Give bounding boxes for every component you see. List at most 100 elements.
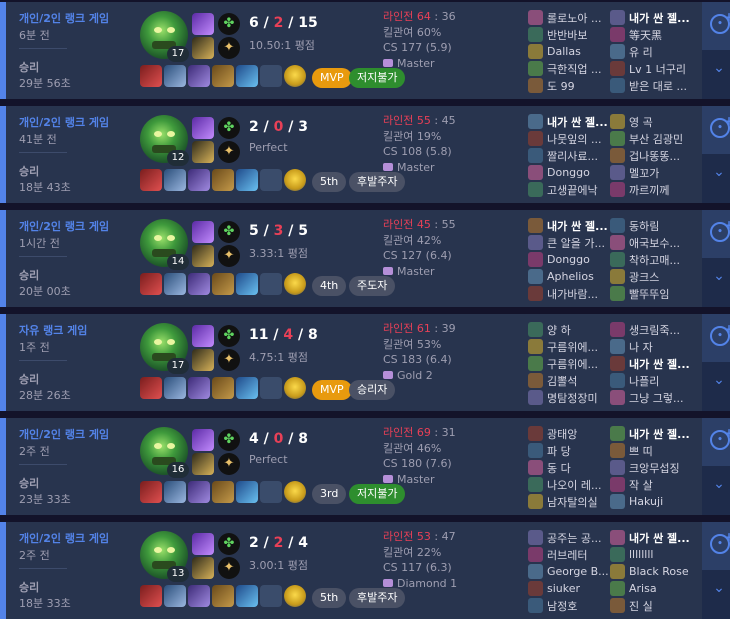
- player-row[interactable]: 러브레터: [528, 546, 610, 563]
- item-icon[interactable]: [212, 481, 234, 503]
- rune-icon[interactable]: ✤: [218, 533, 240, 555]
- player-row[interactable]: 빨뚜뚜임: [610, 285, 692, 302]
- player-name[interactable]: 유 리: [629, 44, 653, 60]
- player-row[interactable]: Donggo: [528, 251, 610, 268]
- item-icon[interactable]: [212, 273, 234, 295]
- item-icon[interactable]: [140, 273, 162, 295]
- player-name[interactable]: Arisa: [629, 582, 657, 595]
- player-row[interactable]: 영 곡: [610, 113, 692, 130]
- rune-icon[interactable]: ✤: [218, 13, 240, 35]
- player-row[interactable]: 나뭇잎의 ...: [528, 130, 610, 147]
- item-icon[interactable]: [164, 169, 186, 191]
- player-name[interactable]: 애국보수...: [629, 235, 680, 251]
- match-card[interactable]: 자유 랭크 게임 1주 전 승리 28분 26초 17 ✤ ✦ 11 / 4 /…: [0, 314, 730, 411]
- player-name[interactable]: 러브레터: [547, 547, 587, 563]
- player-name[interactable]: 쁘 띠: [629, 443, 653, 459]
- chevron-down-icon[interactable]: ⌄: [712, 60, 726, 76]
- item-icon[interactable]: [236, 585, 258, 607]
- summoner-spell-icon[interactable]: [192, 557, 214, 579]
- item-icon[interactable]: [236, 481, 258, 503]
- item-icon[interactable]: [140, 481, 162, 503]
- player-row[interactable]: 나 자: [610, 338, 692, 355]
- item-icon[interactable]: [212, 65, 234, 87]
- player-row[interactable]: 진 실: [610, 597, 692, 614]
- rune-icon[interactable]: ✦: [218, 245, 240, 267]
- player-row[interactable]: 나플리: [610, 372, 692, 389]
- player-name[interactable]: Black Rose: [629, 565, 689, 578]
- chevron-down-icon[interactable]: ⌄: [712, 268, 726, 284]
- player-row[interactable]: 남정호: [528, 597, 610, 614]
- player-row[interactable]: Aphelios: [528, 268, 610, 285]
- player-name[interactable]: 큰 알을 가...: [547, 235, 605, 251]
- item-icon[interactable]: [140, 65, 162, 87]
- item-icon[interactable]: [164, 585, 186, 607]
- chevron-down-icon[interactable]: ⌄: [712, 580, 726, 596]
- player-row[interactable]: 작 살: [610, 476, 692, 493]
- item-icon[interactable]: [188, 65, 210, 87]
- player-name[interactable]: 구름위에...: [547, 339, 598, 355]
- player-row[interactable]: 크앙무섭징: [610, 459, 692, 476]
- player-row[interactable]: Donggo: [528, 164, 610, 181]
- player-row[interactable]: 광태앙: [528, 425, 610, 442]
- player-name[interactable]: siuker: [547, 582, 580, 595]
- item-icon[interactable]: [188, 585, 210, 607]
- match-card[interactable]: 개인/2인 랭크 게임 6분 전 승리 29분 56초 17 ✤ ✦ 6 / 2…: [0, 2, 730, 99]
- player-name[interactable]: Hakuji: [629, 495, 663, 508]
- player-row[interactable]: 내가 싼 젤...: [610, 425, 692, 442]
- player-row[interactable]: 동하림: [610, 217, 692, 234]
- player-name[interactable]: 내가 싼 젤...: [629, 356, 690, 372]
- player-name[interactable]: 나뭇잎의 ...: [547, 131, 601, 147]
- player-row[interactable]: 내가바람...: [528, 285, 610, 302]
- player-row[interactable]: 파 당: [528, 442, 610, 459]
- player-name[interactable]: 나 자: [629, 339, 653, 355]
- player-row[interactable]: 명탐정장미: [528, 389, 610, 406]
- player-name[interactable]: 부산 김광민: [629, 131, 683, 147]
- player-name[interactable]: 빨뚜뚜임: [629, 286, 669, 302]
- rune-icon[interactable]: ✤: [218, 429, 240, 451]
- player-name[interactable]: 남정호: [547, 598, 577, 614]
- item-icon[interactable]: [212, 377, 234, 399]
- player-row[interactable]: 큰 알을 가...: [528, 234, 610, 251]
- player-name[interactable]: 반반바보: [547, 27, 587, 43]
- player-name[interactable]: 나플리: [629, 373, 659, 389]
- player-name[interactable]: 공주는 공...: [547, 530, 601, 546]
- item-icon[interactable]: [164, 377, 186, 399]
- player-row[interactable]: 반반바보: [528, 26, 610, 43]
- rune-icon[interactable]: ✤: [218, 221, 240, 243]
- summoner-spell-icon[interactable]: [192, 117, 214, 139]
- player-row[interactable]: 내가 싼 젤...: [610, 355, 692, 372]
- player-row[interactable]: 나오이 레...: [528, 476, 610, 493]
- rune-icon[interactable]: ✦: [218, 349, 240, 371]
- player-name[interactable]: 광태앙: [547, 426, 577, 442]
- player-name[interactable]: 크앙무섭징: [629, 460, 680, 476]
- summoner-spell-icon[interactable]: [192, 221, 214, 243]
- player-name[interactable]: 동하림: [629, 218, 659, 234]
- summoner-spell-icon[interactable]: [192, 13, 214, 35]
- player-row[interactable]: 等天黑: [610, 26, 692, 43]
- item-icon[interactable]: [212, 169, 234, 191]
- item-icon[interactable]: [140, 377, 162, 399]
- item-icon[interactable]: [188, 273, 210, 295]
- player-name[interactable]: Dallas: [547, 45, 581, 58]
- item-icon[interactable]: [164, 273, 186, 295]
- player-row[interactable]: 생크림죽...: [610, 321, 692, 338]
- player-name[interactable]: 광크스: [629, 269, 659, 285]
- player-row[interactable]: 내가 싼 젤...: [528, 113, 610, 130]
- summoner-spell-icon[interactable]: [192, 453, 214, 475]
- summoner-spell-icon[interactable]: [192, 245, 214, 267]
- player-row[interactable]: Arisa: [610, 580, 692, 597]
- summoner-spell-icon[interactable]: [192, 141, 214, 163]
- player-name[interactable]: 까르끼께: [629, 182, 669, 198]
- summoner-spell-icon[interactable]: [192, 325, 214, 347]
- item-icon[interactable]: [212, 585, 234, 607]
- player-name[interactable]: 작 살: [629, 477, 653, 493]
- match-card[interactable]: 개인/2인 랭크 게임 2주 전 승리 18분 33초 13 ✤ ✦ 2 / 2…: [0, 522, 730, 619]
- player-name[interactable]: 내가 싼 젤...: [629, 426, 690, 442]
- player-name[interactable]: 내가 싼 젤...: [547, 218, 608, 234]
- player-name[interactable]: 내가바람...: [547, 286, 598, 302]
- ward-icon[interactable]: [284, 481, 306, 503]
- rune-icon[interactable]: ✦: [218, 37, 240, 59]
- chevron-down-icon[interactable]: ⌄: [712, 372, 726, 388]
- player-row[interactable]: 김뽈석: [528, 372, 610, 389]
- player-name[interactable]: 나오이 레...: [547, 477, 601, 493]
